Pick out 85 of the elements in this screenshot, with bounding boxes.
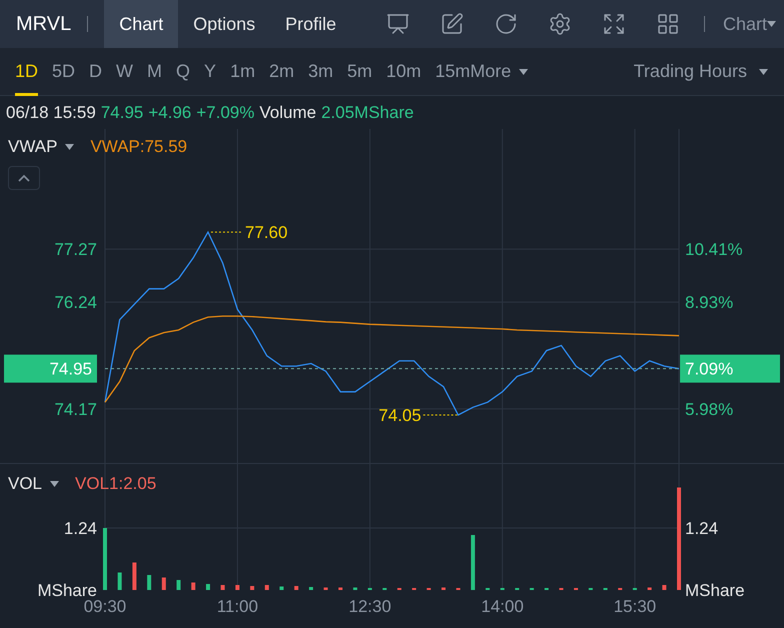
more-dropdown[interactable]: More [470, 58, 528, 85]
volume-bar [324, 588, 328, 590]
quote-change-percent: +7.09% [196, 102, 255, 124]
settings-icon [548, 12, 572, 36]
period-tab[interactable]: Y [204, 48, 216, 96]
volume-label: Volume [260, 102, 316, 124]
quote-price: 74.95 [100, 102, 144, 124]
volume-bar [206, 584, 210, 590]
volume-bar [118, 572, 122, 590]
volume-bar [280, 586, 284, 590]
collapse-button[interactable] [8, 166, 40, 190]
period-tab[interactable]: 5m [347, 48, 372, 96]
last-percent-tag: 7.09% [680, 354, 780, 383]
caret-icon [50, 480, 60, 487]
quote-change: +4.96 [148, 102, 192, 124]
volume-bar [442, 588, 446, 590]
period-tab[interactable]: 10m [386, 48, 422, 96]
volume-bar [191, 582, 196, 590]
percent-axis-label: 5.98% [685, 400, 734, 419]
period-tab[interactable]: Q [176, 48, 190, 96]
volume-bar [147, 575, 152, 590]
caret-icon [759, 68, 768, 74]
ref-line-label: 74.95 [49, 360, 92, 379]
volume-bar [250, 586, 254, 590]
volume-bar [353, 588, 358, 590]
percent-axis-label: 8.93% [685, 293, 734, 312]
fullscreen-icon [602, 12, 626, 36]
volume-bar [648, 588, 652, 590]
volume-bar [264, 585, 269, 590]
period-tab[interactable]: 5D [52, 48, 76, 96]
refresh-icon [494, 12, 518, 36]
caret-icon [767, 21, 776, 27]
tab[interactable]: Options [178, 0, 270, 48]
last-price-tag: 74.95 [4, 354, 97, 383]
chart-type-dropdown[interactable]: Chart [722, 10, 776, 38]
indicator-value: VWAP:75.59 [90, 136, 188, 158]
volume-bar [309, 587, 314, 590]
price-axis-label: 77.27 [54, 240, 97, 260]
volume-axis-label: 1.24 [685, 519, 718, 538]
caret-icon [65, 144, 74, 150]
chart-screen-icon [386, 12, 410, 36]
caret-icon [519, 68, 528, 74]
period-tab[interactable]: D [89, 48, 102, 96]
volume-bar [220, 585, 225, 590]
grid-icon [656, 12, 680, 36]
time-axis-label: 11:00 [216, 597, 258, 616]
percent-axis-label: 10.41% [685, 240, 743, 260]
annotation: 77.60 [245, 223, 288, 242]
period-tab[interactable]: W [116, 48, 134, 96]
period-tab[interactable]: 1D [15, 48, 38, 96]
edit-icon [440, 12, 464, 36]
price-axis-label: 74.17 [54, 400, 97, 419]
annotation: 74.05 [378, 406, 422, 426]
quote-time: 06/18 15:59 [6, 102, 96, 124]
volume-bar [132, 562, 136, 590]
tab[interactable]: Profile [270, 0, 352, 48]
indicator-label: VWAP [8, 136, 58, 158]
time-axis-label: 14:00 [481, 597, 524, 616]
time-axis-label: 09:30 [84, 597, 126, 616]
session-dropdown[interactable]: Trading Hours [634, 58, 768, 85]
volume-bar [662, 585, 666, 590]
period-tab[interactable]: 2m [269, 48, 294, 96]
volume-bar [294, 586, 298, 590]
tab[interactable]: Chart [104, 0, 178, 48]
volume-bar [176, 580, 181, 590]
period-tab[interactable]: 15m [435, 48, 470, 96]
unit-label: MShare [37, 581, 97, 600]
volume-bar [470, 535, 475, 590]
chevron-up-icon [18, 174, 30, 182]
volume-bar [162, 578, 166, 590]
indicator-label: VOL [8, 473, 42, 495]
unit-label: MShare [685, 581, 745, 600]
period-tab[interactable]: 3m [308, 48, 334, 96]
volume-bar [338, 588, 342, 590]
volume-bar [103, 528, 107, 590]
period-tab[interactable]: 1m [230, 48, 256, 96]
time-axis-label: 15:30 [614, 597, 656, 616]
price-axis-label: 76.24 [54, 293, 97, 312]
volume-axis-label: 1.24 [64, 519, 97, 538]
period-tab[interactable]: M [147, 48, 162, 96]
indicator-value: VOL1:2.05 [75, 473, 156, 495]
time-axis-label: 12:30 [348, 597, 392, 616]
volume-value: 2.05MShare [321, 102, 414, 124]
stock-symbol: MRVL [15, 12, 72, 37]
volume-bar [235, 585, 240, 590]
